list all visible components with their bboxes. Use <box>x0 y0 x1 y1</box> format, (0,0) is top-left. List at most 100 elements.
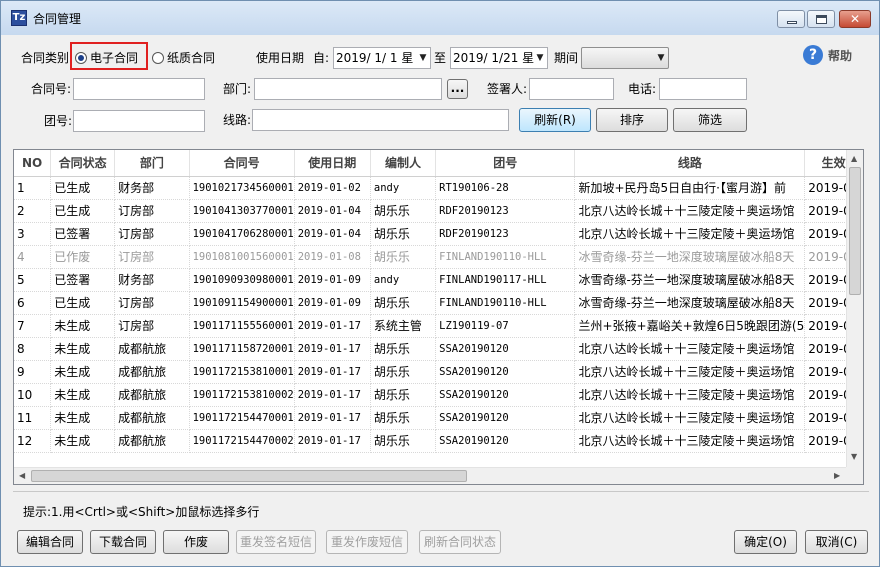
cell-author: 胡乐乐 <box>370 222 437 246</box>
radio-electronic[interactable] <box>75 52 87 64</box>
cell-status: 未生成 <box>50 337 116 361</box>
vertical-scroll-thumb[interactable] <box>849 167 861 295</box>
group-no-input[interactable] <box>73 110 205 132</box>
sort-button[interactable]: 排序 <box>596 108 668 132</box>
ok-button[interactable]: 确定(O) <box>734 530 797 554</box>
cell-status: 已签署 <box>50 268 116 292</box>
resend-sign-sms-button[interactable]: 重发签名短信 <box>236 530 316 554</box>
table-row[interactable]: 11 未生成 成都航旅 1901172154470001 2019-01-17 胡乐乐 SS… <box>14 406 863 430</box>
minimize-button[interactable] <box>777 10 805 28</box>
close-button[interactable]: ✕ <box>839 10 871 28</box>
cell-dept: 订房部 <box>114 245 190 269</box>
radio-paper-label[interactable]: 纸质合同 <box>167 50 215 66</box>
resend-void-sms-button[interactable]: 重发作废短信 <box>326 530 408 554</box>
period-select[interactable]: ▼ <box>581 47 669 69</box>
maximize-button[interactable] <box>807 10 835 28</box>
column-header[interactable]: 使用日期 <box>294 150 371 177</box>
table-row[interactable]: 9 未生成 成都航旅 1901172153810001 2019-01-17 胡乐乐 SSA… <box>14 360 863 384</box>
cell-group-no: FINLAND190117-HLL <box>435 268 576 292</box>
scroll-left-icon[interactable]: ◀ <box>19 471 25 481</box>
void-contract-button[interactable]: 作废 <box>163 530 229 554</box>
column-header[interactable]: 部门 <box>114 150 190 177</box>
cell-author: 胡乐乐 <box>370 245 437 269</box>
horizontal-scroll-thumb[interactable] <box>31 470 467 482</box>
cell-no: 6 <box>14 291 52 315</box>
radio-electronic-label[interactable]: 电子合同 <box>90 50 138 66</box>
scroll-down-icon[interactable]: ▼ <box>851 452 857 462</box>
column-header[interactable]: 编制人 <box>370 150 437 177</box>
cancel-button[interactable]: 取消(C) <box>805 530 868 554</box>
column-header[interactable]: 线路 <box>574 150 806 177</box>
cell-contract-no: 1901172154470002 <box>189 429 295 453</box>
phone-label: 电话: <box>628 82 657 96</box>
chevron-down-icon[interactable]: ▼ <box>416 48 430 68</box>
download-contract-button[interactable]: 下载合同 <box>90 530 156 554</box>
table-row[interactable]: 12 未生成 成都航旅 1901172154470002 2019-01-17 胡乐乐 SS… <box>14 429 863 453</box>
group-no-label: 团号: <box>44 114 73 128</box>
refresh-button[interactable]: 刷新(R) <box>519 108 591 132</box>
cell-group-no: RDF20190123 <box>435 199 576 223</box>
cell-date: 2019-01-09 <box>294 291 371 315</box>
cell-contract-no: 1901171158720001 <box>189 337 295 361</box>
vertical-scrollbar[interactable]: ▲ ▼ <box>846 150 863 467</box>
cell-dept: 订房部 <box>114 199 190 223</box>
cell-contract-no: 1901081001560001 <box>189 245 295 269</box>
table-row[interactable]: 7 未生成 订房部 1901171155560001 2019-01-17 系统主管 LZ1… <box>14 314 863 338</box>
scroll-up-icon[interactable]: ▲ <box>851 154 857 164</box>
horizontal-scrollbar[interactable]: ◀ ▶ <box>14 467 848 484</box>
help-link[interactable]: 帮助 <box>828 48 852 64</box>
table-header-row: NO 合同状态 部门 合同号 使用日期 编制人 团号 线路 生效 <box>14 150 863 177</box>
cell-contract-no: 1901090930980001 <box>189 268 295 292</box>
table-row[interactable]: 4 已作废 订房部 1901081001560001 2019-01-08 胡乐乐 FINL… <box>14 245 863 269</box>
cell-date: 2019-01-17 <box>294 406 371 430</box>
period-label: 期间 <box>554 51 579 65</box>
department-browse-button[interactable]: ... <box>447 79 468 99</box>
column-header[interactable]: 合同状态 <box>50 150 116 177</box>
cell-dept: 成都航旅 <box>114 429 190 453</box>
minimize-icon <box>787 21 797 24</box>
scroll-right-icon[interactable]: ▶ <box>834 471 840 481</box>
chevron-down-icon[interactable]: ▼ <box>654 48 668 68</box>
help-icon[interactable]: ? <box>803 45 823 65</box>
to-date-value: 2019/ 1/21 星 <box>453 51 535 65</box>
table-body: 1 已生成 财务部 1901021734560001 2019-01-02 andy RT1… <box>14 176 863 453</box>
cell-contract-no: 1901041706280001 <box>189 222 295 246</box>
edit-contract-button[interactable]: 编辑合同 <box>17 530 83 554</box>
cell-group-no: RDF20190123 <box>435 222 576 246</box>
cell-route: 兰州+张掖+嘉峪关+敦煌6日5晚跟团游(5 <box>574 314 806 338</box>
column-header[interactable]: NO <box>14 150 52 177</box>
department-input[interactable] <box>254 78 442 100</box>
cell-dept: 订房部 <box>114 222 190 246</box>
table-row[interactable]: 5 已签署 财务部 1901090930980001 2019-01-09 andy FIN… <box>14 268 863 292</box>
table-row[interactable]: 2 已生成 订房部 1901041303770001 2019-01-04 胡乐乐 RDF2… <box>14 199 863 223</box>
route-input[interactable] <box>252 109 509 131</box>
table-row[interactable]: 10 未生成 成都航旅 1901172153810002 2019-01-17 胡乐乐 SS… <box>14 383 863 407</box>
radio-paper[interactable] <box>152 52 164 64</box>
phone-input[interactable] <box>659 78 747 100</box>
table-row[interactable]: 1 已生成 财务部 1901021734560001 2019-01-02 andy RT1… <box>14 176 863 200</box>
contract-no-input[interactable] <box>73 78 205 100</box>
cell-route: 北京八达岭长城＋十三陵定陵＋奥运场馆 <box>574 429 806 453</box>
cell-no: 2 <box>14 199 52 223</box>
signer-input[interactable] <box>529 78 614 100</box>
cell-date: 2019-01-17 <box>294 383 371 407</box>
cell-route: 冰雪奇缘-芬兰一地深度玻璃屋破冰船8天 <box>574 291 806 315</box>
table-row[interactable]: 3 已签署 订房部 1901041706280001 2019-01-04 胡乐乐 RDF2… <box>14 222 863 246</box>
title-bar: Tz 合同管理 ✕ <box>1 1 879 35</box>
cell-no: 11 <box>14 406 52 430</box>
table-row[interactable]: 6 已生成 订房部 1901091154900001 2019-01-09 胡乐乐 FINL… <box>14 291 863 315</box>
cell-author: 胡乐乐 <box>370 383 437 407</box>
from-date-value: 2019/ 1/ 1 星 <box>336 51 414 65</box>
cell-no: 4 <box>14 245 52 269</box>
column-header[interactable]: 团号 <box>435 150 576 177</box>
refresh-contract-status-button[interactable]: 刷新合同状态 <box>419 530 501 554</box>
table-row[interactable]: 8 未生成 成都航旅 1901171158720001 2019-01-17 胡乐乐 SSA… <box>14 337 863 361</box>
cell-group-no: RT190106-28 <box>435 176 576 200</box>
cell-route: 北京八达岭长城＋十三陵定陵＋奥运场馆 <box>574 337 806 361</box>
column-header[interactable]: 合同号 <box>189 150 295 177</box>
to-date-picker[interactable]: 2019/ 1/21 星 ▼ <box>450 47 548 69</box>
from-date-picker[interactable]: 2019/ 1/ 1 星 ▼ <box>333 47 431 69</box>
cell-group-no: LZ190119-07 <box>435 314 576 338</box>
filter-button[interactable]: 筛选 <box>673 108 747 132</box>
chevron-down-icon[interactable]: ▼ <box>533 48 547 68</box>
